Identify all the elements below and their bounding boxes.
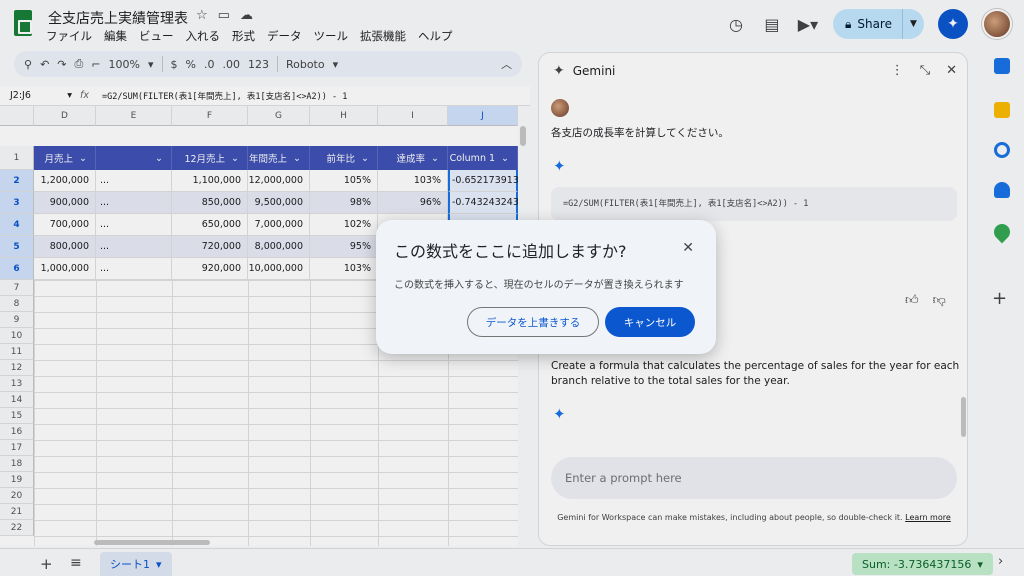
insert-formula-dialog: この数式をここに追加しますか? ✕ この数式を挿入すると、現在のセルのデータが置… <box>376 220 716 354</box>
dialog-message: この数式を挿入すると、現在のセルのデータが置き換えられます <box>394 280 684 291</box>
dialog-title: この数式をここに追加しますか? <box>394 242 627 261</box>
overwrite-data-button[interactable]: データを上書きする <box>467 307 599 337</box>
sheets-app: 全支店売上実績管理表 ☆ ▭ ☁ ファイル 編集 ビュー 入れる 形式 データ … <box>0 0 1024 576</box>
close-icon[interactable]: ✕ <box>682 240 694 256</box>
cancel-button[interactable]: キャンセル <box>605 307 695 337</box>
